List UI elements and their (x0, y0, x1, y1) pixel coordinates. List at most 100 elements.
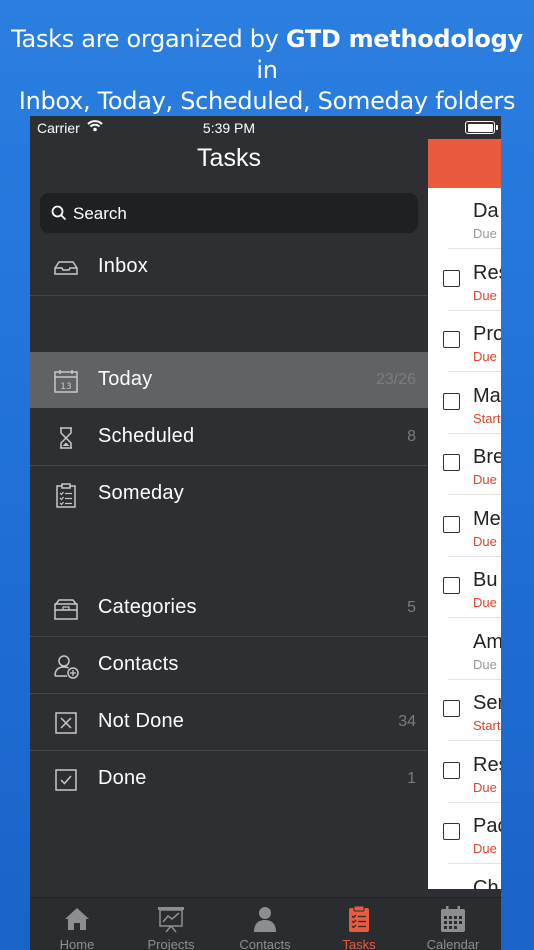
tab-label: Calendar (426, 937, 480, 950)
task-row[interactable]: Bu Due (428, 557, 501, 618)
search-icon (51, 205, 67, 221)
calendar-grid-icon (441, 906, 465, 932)
battery-icon (465, 121, 498, 134)
tab-projects[interactable]: Projects (124, 898, 218, 950)
person-icon (254, 907, 276, 932)
task-title: Me (473, 507, 501, 530)
task-due-label: Start (473, 410, 501, 426)
task-row[interactable]: Me Due (428, 496, 501, 557)
task-row[interactable]: Da Due (428, 188, 501, 249)
search-input[interactable]: Search (40, 193, 418, 233)
task-row[interactable]: Ser Start (428, 680, 501, 741)
archive-box-icon (54, 599, 78, 620)
task-checkbox[interactable] (443, 515, 460, 533)
task-checkbox[interactable] (443, 823, 460, 840)
task-checkbox[interactable] (443, 700, 460, 717)
clipboard-icon (349, 905, 369, 932)
task-due-label: Due (473, 472, 497, 487)
x-box-icon (55, 712, 77, 734)
sidebar-item-categories[interactable]: Categories 5 (30, 580, 428, 637)
task-title: Bre (473, 446, 501, 468)
sidebar-item-label: Done (98, 767, 147, 789)
task-due-label: Due (473, 287, 497, 303)
task-row[interactable]: Pro Due (428, 311, 501, 372)
task-row[interactable]: Res Due (428, 250, 501, 311)
sidebar-item-count: 34 (398, 713, 416, 730)
task-checkbox[interactable] (443, 761, 460, 779)
tab-label: Contacts (239, 937, 291, 950)
task-checkbox[interactable] (443, 331, 460, 348)
task-list-panel: Da Due Res Due Pro Due Ma Start Bre Due Me Due Bu Due… (428, 139, 501, 889)
sidebar-item-inbox[interactable]: Inbox (30, 239, 428, 296)
task-title: Ma (473, 384, 501, 407)
task-checkbox[interactable] (443, 269, 460, 287)
task-title: Bu (473, 569, 498, 591)
presentation-chart-icon (158, 907, 184, 933)
caption-text-end: in (256, 56, 278, 84)
task-title: Am (473, 630, 501, 653)
tab-calendar[interactable]: Calendar (406, 898, 500, 950)
status-time: 5:39 PM (202, 120, 256, 136)
sidebar-item-label: Contacts (98, 653, 179, 675)
task-row[interactable]: Ma Start (428, 373, 501, 434)
task-title: Pac (473, 815, 501, 837)
inbox-icon (54, 261, 78, 275)
task-title: Res (473, 753, 501, 776)
sidebar-item-done[interactable]: Done 1 (30, 751, 428, 807)
sidebar-item-count: 5 (407, 599, 416, 616)
sidebar-item-today[interactable]: 13 Today 23/26 (30, 352, 428, 408)
sidebar-item-label: Inbox (98, 255, 148, 277)
task-due-label: Start (473, 718, 501, 733)
tab-bar: Home Projects Contacts Tasks Calendar (30, 897, 501, 950)
task-title: Ch (473, 876, 499, 890)
page-title: Tasks (197, 144, 261, 172)
sidebar-item-label: Scheduled (98, 425, 195, 447)
caption-line-2: Inbox, Today, Scheduled, Someday folders (18, 87, 516, 115)
tab-label: Tasks (342, 937, 376, 950)
tab-contacts[interactable]: Contacts (218, 898, 312, 950)
task-due-label: Due (473, 226, 497, 241)
promo-caption: Tasks are organized by GTD methodology i… (0, 24, 534, 117)
task-title: Da (473, 200, 499, 222)
add-contact-icon (54, 655, 79, 679)
tab-label: Projects (147, 937, 195, 950)
sidebar-item-label: Someday (98, 482, 184, 504)
task-row[interactable]: Pac Due (428, 803, 501, 864)
sidebar-item-someday[interactable]: Someday (30, 466, 428, 522)
task-checkbox[interactable] (443, 577, 460, 594)
task-checkbox[interactable] (443, 454, 460, 471)
tab-home[interactable]: Home (30, 898, 124, 950)
calendar-13-icon: 13 (54, 370, 78, 393)
task-checkbox[interactable] (443, 392, 460, 410)
task-row[interactable]: Am Due (428, 619, 501, 680)
sidebar-item-scheduled[interactable]: Scheduled 8 (30, 409, 428, 466)
task-row[interactable]: Bre Due (428, 434, 501, 495)
tab-label: Home (59, 937, 95, 950)
caption-bold-text: GTD methodology (285, 25, 523, 53)
search-placeholder: Search (73, 204, 127, 223)
sidebar-item-contacts[interactable]: Contacts (30, 637, 428, 694)
svg-text:13: 13 (60, 382, 71, 392)
task-title: Res (473, 261, 501, 284)
status-bar: Carrier 5:39 PM (30, 116, 501, 140)
task-title: Pro (473, 323, 501, 345)
sidebar-item-count: 23/26 (375, 371, 416, 388)
sidebar-item-label: Not Done (98, 710, 185, 732)
sidebar-item-count: 8 (407, 428, 416, 445)
task-row[interactable]: Ch (428, 865, 501, 890)
tab-tasks[interactable]: Tasks (312, 898, 406, 950)
task-due-label: Due (473, 841, 497, 856)
hourglass-icon (60, 427, 72, 449)
sidebar-item-count: 1 (407, 770, 416, 787)
sidebar-item-not-done[interactable]: Not Done 34 (30, 694, 428, 751)
task-due-label: Due (473, 779, 497, 795)
caption-text: Tasks are organized by (11, 25, 286, 53)
task-row[interactable]: Res Due (428, 742, 501, 803)
caption-line-1: Tasks are organized by GTD methodology i… (0, 24, 534, 86)
phone-screen: Carrier 5:39 PM Tasks Search Inbox 13 To… (30, 116, 501, 950)
task-due-label: Due (473, 533, 497, 549)
task-list-header (428, 139, 501, 188)
clipboard-list-icon (56, 483, 76, 508)
task-due-label: Due (473, 595, 497, 610)
sidebar-item-label: Categories (98, 596, 197, 618)
